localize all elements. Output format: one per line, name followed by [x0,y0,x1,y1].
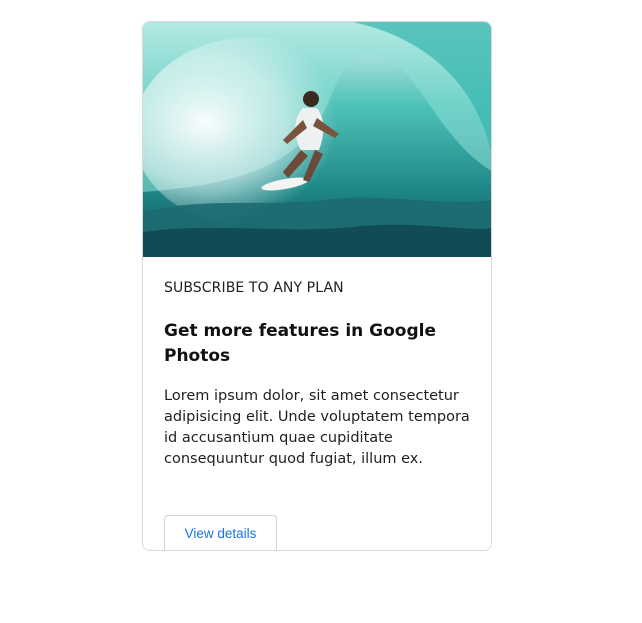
card-title: Get more features in Google Photos [164,321,437,366]
card-description: Lorem ipsum dolor, sit amet consectetur … [164,388,470,467]
card-eyebrow: SUBSCRIBE TO ANY PLAN [164,280,344,296]
promo-card: SUBSCRIBE TO ANY PLAN Get more features … [142,21,492,551]
view-details-button[interactable]: View details [164,515,277,550]
surfer-image [143,22,491,257]
